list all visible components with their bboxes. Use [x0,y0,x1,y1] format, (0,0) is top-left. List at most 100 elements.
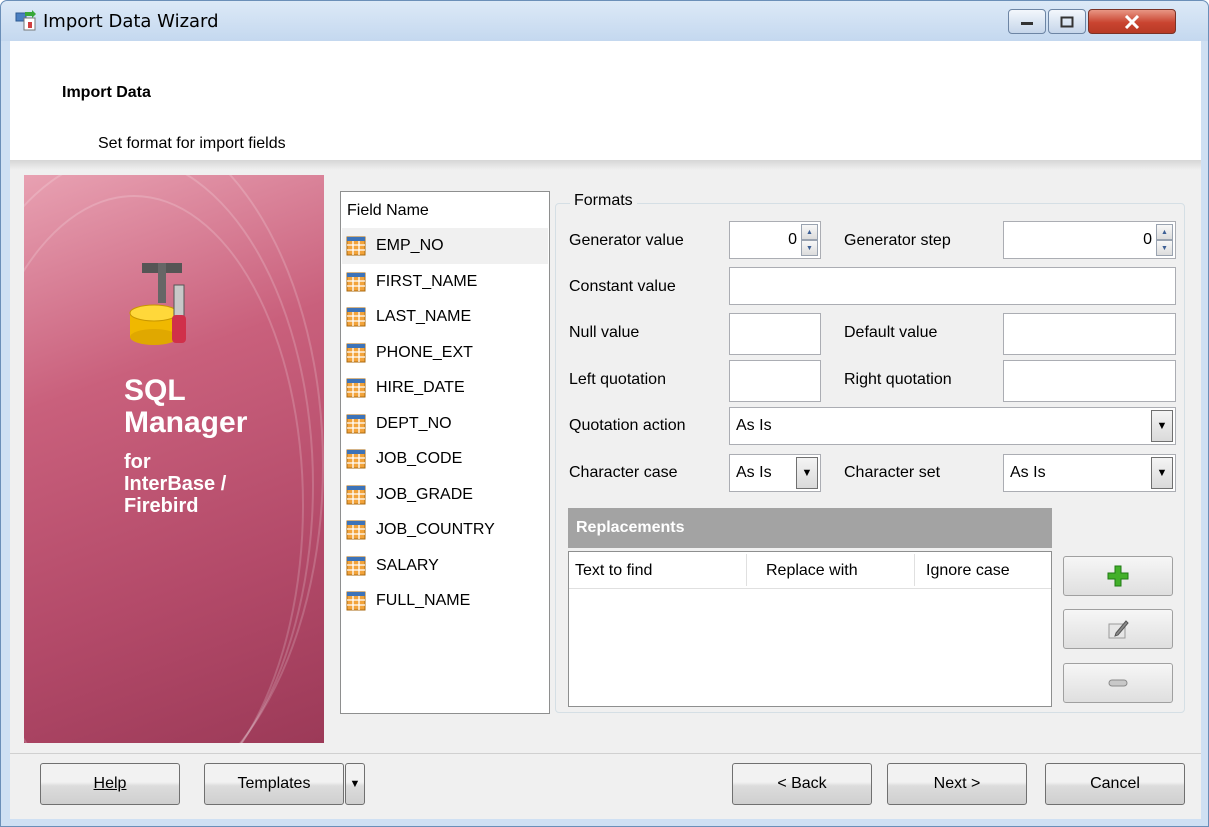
product-edition-line: for [124,451,151,473]
character-set-label: Character set [844,464,941,481]
quotation-action-select[interactable]: As Is ▼ [729,407,1176,445]
cancel-button[interactable]: Cancel [1045,763,1185,805]
chevron-down-icon[interactable]: ▼ [1151,410,1173,442]
field-item[interactable]: JOB_GRADE [342,477,548,513]
maximize-button[interactable] [1048,9,1086,34]
field-name-header: Field Name [347,202,429,219]
minus-icon [1108,679,1128,687]
next-button-label: Next > [933,775,981,792]
character-set-select[interactable]: As Is ▼ [1003,454,1176,492]
field-item-label: JOB_COUNTRY [376,521,495,538]
default-value-label: Default value [844,324,938,341]
generator-value-spinner[interactable]: 0 ▲ ▼ [729,221,821,259]
field-item[interactable]: JOB_COUNTRY [342,512,548,548]
spin-down-icon[interactable]: ▼ [801,240,818,256]
field-item[interactable]: SALARY [342,548,548,584]
cancel-button-label: Cancel [1090,775,1140,792]
field-item[interactable]: DEPT_NO [342,406,548,442]
field-item[interactable]: FULL_NAME [342,583,548,619]
back-button-label: < Back [777,775,827,792]
column-header-replace-with[interactable]: Replace with [766,562,858,580]
spin-up-icon[interactable]: ▲ [801,224,818,240]
import-wizard-icon [15,10,36,31]
chevron-down-icon[interactable]: ▼ [1151,457,1173,489]
header-divider [10,160,1201,170]
field-item-label: SALARY [376,556,439,574]
field-item[interactable]: LAST_NAME [342,299,548,335]
generator-step-spinner[interactable]: 0 ▲ ▼ [1003,221,1176,259]
title-bar: Import Data Wizard [1,1,1208,41]
table-field-icon [346,485,366,504]
product-banner: SQL Manager for InterBase / Firebird [24,175,324,743]
import-data-wizard-window: Import Data Wizard Import Data Set forma… [0,0,1209,827]
generator-step-label: Generator step [844,232,951,249]
constant-value-label: Constant value [569,278,676,295]
add-replacement-button[interactable] [1063,556,1173,596]
left-quotation-input[interactable] [729,360,821,402]
null-value-input[interactable] [729,313,821,355]
table-field-icon [346,591,366,611]
field-item[interactable]: PHONE_EXT [342,335,548,371]
table-field-icon [346,414,366,433]
templates-button-label: Templates [237,775,311,792]
field-item-label: FIRST_NAME [376,272,478,290]
table-field-icon [346,449,366,469]
wizard-content: Import Data Set format for import fields… [10,41,1201,819]
column-header-text-to-find[interactable]: Text to find [575,562,652,580]
product-name-line: Manager [124,406,248,439]
field-item-label: HIRE_DATE [376,379,465,396]
character-case-label: Character case [569,464,678,481]
table-field-icon [346,272,366,291]
field-item[interactable]: FIRST_NAME [342,264,548,300]
field-item-label: LAST_NAME [376,308,472,325]
product-name-line: SQL [124,374,186,407]
field-item-label: PHONE_EXT [376,343,473,361]
default-value-input[interactable] [1003,313,1176,355]
character-case-select[interactable]: As Is ▼ [729,454,821,492]
replacements-table[interactable]: Text to find Replace with Ignore case [568,551,1052,707]
spinner-buttons[interactable]: ▲ ▼ [1156,224,1173,256]
table-field-icon [346,343,366,362]
minimize-button[interactable] [1008,9,1046,34]
field-item-label: FULL_NAME [376,592,471,609]
pencil-icon [1108,620,1129,639]
product-edition: for InterBase / Firebird [124,451,226,517]
replacements-header: Replacements [568,508,1052,548]
help-button[interactable]: Help [40,763,180,805]
field-item-label: DEPT_NO [376,414,452,432]
spinner-buttons[interactable]: ▲ ▼ [801,224,818,256]
field-item[interactable]: EMP_NO [342,228,548,264]
right-quotation-label: Right quotation [844,371,952,388]
spin-down-icon[interactable]: ▼ [1156,240,1173,256]
constant-value-input[interactable] [729,267,1176,305]
help-button-label: Help [93,775,127,792]
close-button[interactable] [1088,9,1176,34]
templates-button[interactable]: Templates [204,763,344,805]
generator-value-label: Generator value [569,232,684,249]
back-button[interactable]: < Back [732,763,872,805]
table-field-icon [346,307,366,327]
spin-up-icon[interactable]: ▲ [1156,224,1173,240]
formats-caption: Formats [570,192,637,210]
quotation-action-label: Quotation action [569,417,686,434]
next-button[interactable]: Next > [887,763,1027,805]
window-title: Import Data Wizard [43,11,219,32]
templates-dropdown-button[interactable]: ▼ [345,763,365,805]
chevron-down-icon[interactable]: ▼ [796,457,818,489]
generator-step: 0 [1143,231,1152,248]
field-item[interactable]: HIRE_DATE [342,370,548,406]
null-value-label: Null value [569,324,640,341]
character-case-value: As Is [736,464,772,481]
right-quotation-input[interactable] [1003,360,1176,402]
page-title: Import Data [62,84,151,101]
character-set-value: As Is [1010,464,1046,481]
column-header-ignore-case[interactable]: Ignore case [926,562,1010,580]
field-item-label: EMP_NO [376,237,444,254]
edit-replacement-button[interactable] [1063,609,1173,649]
field-list[interactable]: Field Name EMP_NO FIRST_NAME LAST_NAME PHON… [340,191,550,714]
remove-replacement-button[interactable] [1063,663,1173,703]
footer-divider [10,753,1201,754]
product-name: SQL Manager [124,375,247,439]
field-item[interactable]: JOB_CODE [342,441,548,477]
table-field-icon [346,520,366,540]
